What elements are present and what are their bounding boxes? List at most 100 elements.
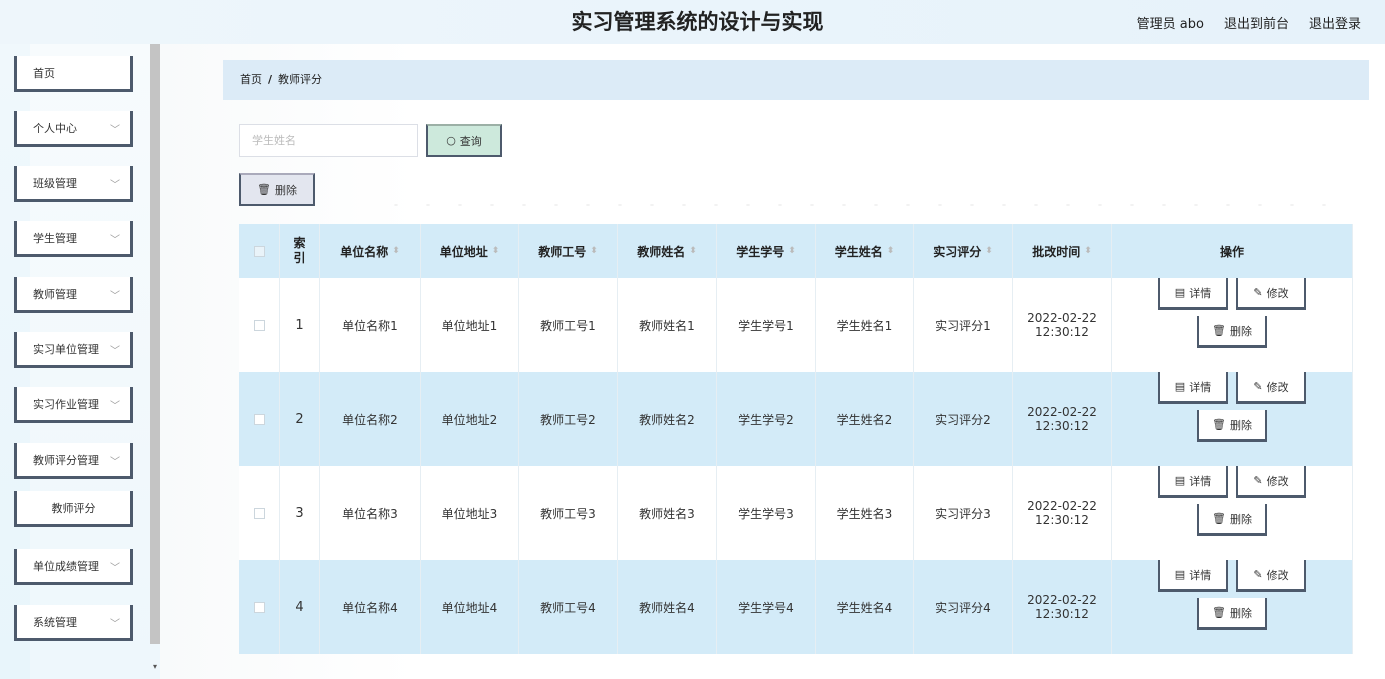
cell-time: 2022-02-22 12:30:12 <box>1013 372 1112 466</box>
column-header-label[interactable]: 实习评分 <box>933 243 981 260</box>
cell-teacher-name: 教师姓名3 <box>618 466 717 560</box>
actions-line: ▤ 详情 ✎ 修改 <box>1158 278 1306 310</box>
cell-teacher-name: 教师姓名4 <box>618 560 717 654</box>
row-checkbox[interactable] <box>253 319 265 331</box>
sort-icon[interactable]: ⬍ <box>689 246 697 256</box>
column-header-label[interactable]: 教师姓名 <box>637 243 685 260</box>
row-select-cell <box>239 278 280 372</box>
batch-delete-button[interactable]: 🗑︎ 删除 <box>239 173 315 206</box>
delete-button-label: 删除 <box>1229 512 1252 526</box>
detail-button-label: 详情 <box>1189 286 1212 300</box>
sidebar-item[interactable]: 系统管理 ﹀ <box>14 605 133 641</box>
sidebar-item-label: 实习作业管理 <box>33 397 99 411</box>
time-clock: 12:30:12 <box>1035 325 1089 339</box>
detail-button-label: 详情 <box>1189 568 1212 582</box>
logout-link[interactable]: 退出登录 <box>1309 13 1361 32</box>
scroll-down-icon[interactable]: ▾ <box>150 662 160 674</box>
cell-actions: ▤ 详情 ✎ 修改 🗑︎ 删除 <box>1112 560 1353 654</box>
student-name-input[interactable] <box>239 124 418 157</box>
column-header-label[interactable]: 学生学号 <box>736 243 784 260</box>
cell-teacher-no: 教师工号1 <box>519 278 618 372</box>
cell-unit-addr: 单位地址4 <box>421 560 519 654</box>
cell-unit-addr: 单位地址1 <box>421 278 519 372</box>
sort-icon[interactable]: ⬍ <box>985 246 993 256</box>
detail-button[interactable]: ▤ 详情 <box>1158 278 1228 310</box>
column-header: 教师姓名 ⬍ <box>618 224 717 278</box>
sidebar-item[interactable]: 学生管理 ﹀ <box>14 221 133 257</box>
cell-teacher-no: 教师工号4 <box>519 560 618 654</box>
row-select-cell <box>239 560 280 654</box>
to-front-link[interactable]: 退出到前台 <box>1224 13 1289 32</box>
cell-index: 4 <box>280 560 320 654</box>
select-all-checkbox[interactable] <box>253 245 265 257</box>
pencil-icon: ✎ <box>1253 380 1263 393</box>
admin-label: 管理员 abo <box>1136 16 1204 32</box>
sort-icon[interactable]: ⬍ <box>492 246 500 256</box>
sidebar-item[interactable]: 个人中心 ﹀ <box>14 111 133 147</box>
cell-student-name: 学生姓名4 <box>816 560 914 654</box>
delete-button[interactable]: 🗑︎ 删除 <box>1197 316 1267 348</box>
page: 实习管理系统的设计与实现 管理员 abo 退出到前台 退出登录 首页 个人中心 ﹀ 班… <box>0 0 1385 679</box>
sidebar-item[interactable]: 班级管理 ﹀ <box>14 166 133 202</box>
query-button[interactable]: ○ 查询 <box>426 124 502 157</box>
sort-icon[interactable]: ⬍ <box>788 246 796 256</box>
column-header: 教师工号 ⬍ <box>519 224 618 278</box>
cell-index: 1 <box>280 278 320 372</box>
detail-button[interactable]: ▤ 详情 <box>1158 560 1228 592</box>
cell-unit-name: 单位名称4 <box>320 560 421 654</box>
sort-icon[interactable]: ⬍ <box>392 246 400 256</box>
detail-button[interactable]: ▤ 详情 <box>1158 466 1228 498</box>
sidebar-item[interactable]: 教师评分管理 ﹀ <box>14 443 133 479</box>
sort-icon[interactable]: ⬍ <box>590 246 598 256</box>
time-date: 2022-02-22 <box>1027 499 1097 513</box>
sort-icon[interactable]: ⬍ <box>1084 246 1092 256</box>
sort-icon[interactable]: ⬍ <box>887 246 895 256</box>
sidebar-item[interactable]: 单位成绩管理 ﹀ <box>14 549 133 585</box>
pencil-icon: ✎ <box>1253 474 1263 487</box>
row-checkbox[interactable] <box>253 413 265 425</box>
sidebar-item[interactable]: 首页 <box>14 56 133 92</box>
sidebar-item-label: 教师管理 <box>33 287 77 301</box>
delete-button[interactable]: 🗑︎ 删除 <box>1197 598 1267 630</box>
chevron-down-icon: ﹀ <box>110 235 120 246</box>
delete-button[interactable]: 🗑︎ 删除 <box>1197 410 1267 442</box>
edit-button-label: 修改 <box>1266 286 1289 300</box>
cell-unit-name: 单位名称3 <box>320 466 421 560</box>
sidebar-item[interactable]: 实习作业管理 ﹀ <box>14 387 133 423</box>
detail-button[interactable]: ▤ 详情 <box>1158 372 1228 404</box>
column-header: 批改时间 ⬍ <box>1013 224 1112 278</box>
document-icon: ▤ <box>1174 380 1186 393</box>
column-header-label[interactable]: 学生姓名 <box>835 243 883 260</box>
table-row: 1 单位名称1 单位地址1 教师工号1 教师姓名1 学生学号1 学生姓名1 实习评分1 2022… <box>239 278 1353 372</box>
row-checkbox[interactable] <box>253 507 265 519</box>
document-icon: ▤ <box>1174 286 1186 299</box>
sidebar-item[interactable]: 教师管理 ﹀ <box>14 277 133 313</box>
cell-score: 实习评分3 <box>914 466 1013 560</box>
breadcrumb-current: 教师评分 <box>278 73 323 86</box>
edit-button[interactable]: ✎ 修改 <box>1236 372 1306 404</box>
breadcrumb-home[interactable]: 首页 <box>240 73 262 86</box>
cell-score: 实习评分1 <box>914 278 1013 372</box>
sidebar-item[interactable]: 教师评分 <box>14 491 133 527</box>
column-header-label[interactable]: 教师工号 <box>538 243 586 260</box>
row-select-cell <box>239 466 280 560</box>
cell-time: 2022-02-22 12:30:12 <box>1013 466 1112 560</box>
sidebar-scrollbar[interactable] <box>150 44 160 644</box>
edit-button[interactable]: ✎ 修改 <box>1236 560 1306 592</box>
row-checkbox[interactable] <box>253 601 265 613</box>
sidebar-item[interactable]: 实习单位管理 ﹀ <box>14 332 133 368</box>
trash-icon: 🗑︎ <box>1212 606 1226 619</box>
row-select-cell <box>239 372 280 466</box>
column-header-label[interactable]: 批改时间 <box>1032 243 1080 260</box>
edit-button[interactable]: ✎ 修改 <box>1236 278 1306 310</box>
column-header-label[interactable]: 单位地址 <box>440 243 488 260</box>
edit-button[interactable]: ✎ 修改 <box>1236 466 1306 498</box>
table-row: 3 单位名称3 单位地址3 教师工号3 教师姓名3 学生学号3 学生姓名3 实习评分3 2022… <box>239 466 1353 560</box>
column-header: 单位地址 ⬍ <box>421 224 519 278</box>
column-header: 学生学号 ⬍ <box>717 224 816 278</box>
pencil-icon: ✎ <box>1253 568 1263 581</box>
search-icon: ○ <box>446 134 456 147</box>
time-clock: 12:30:12 <box>1035 419 1089 433</box>
delete-button[interactable]: 🗑︎ 删除 <box>1197 504 1267 536</box>
column-header-label[interactable]: 单位名称 <box>340 243 388 260</box>
